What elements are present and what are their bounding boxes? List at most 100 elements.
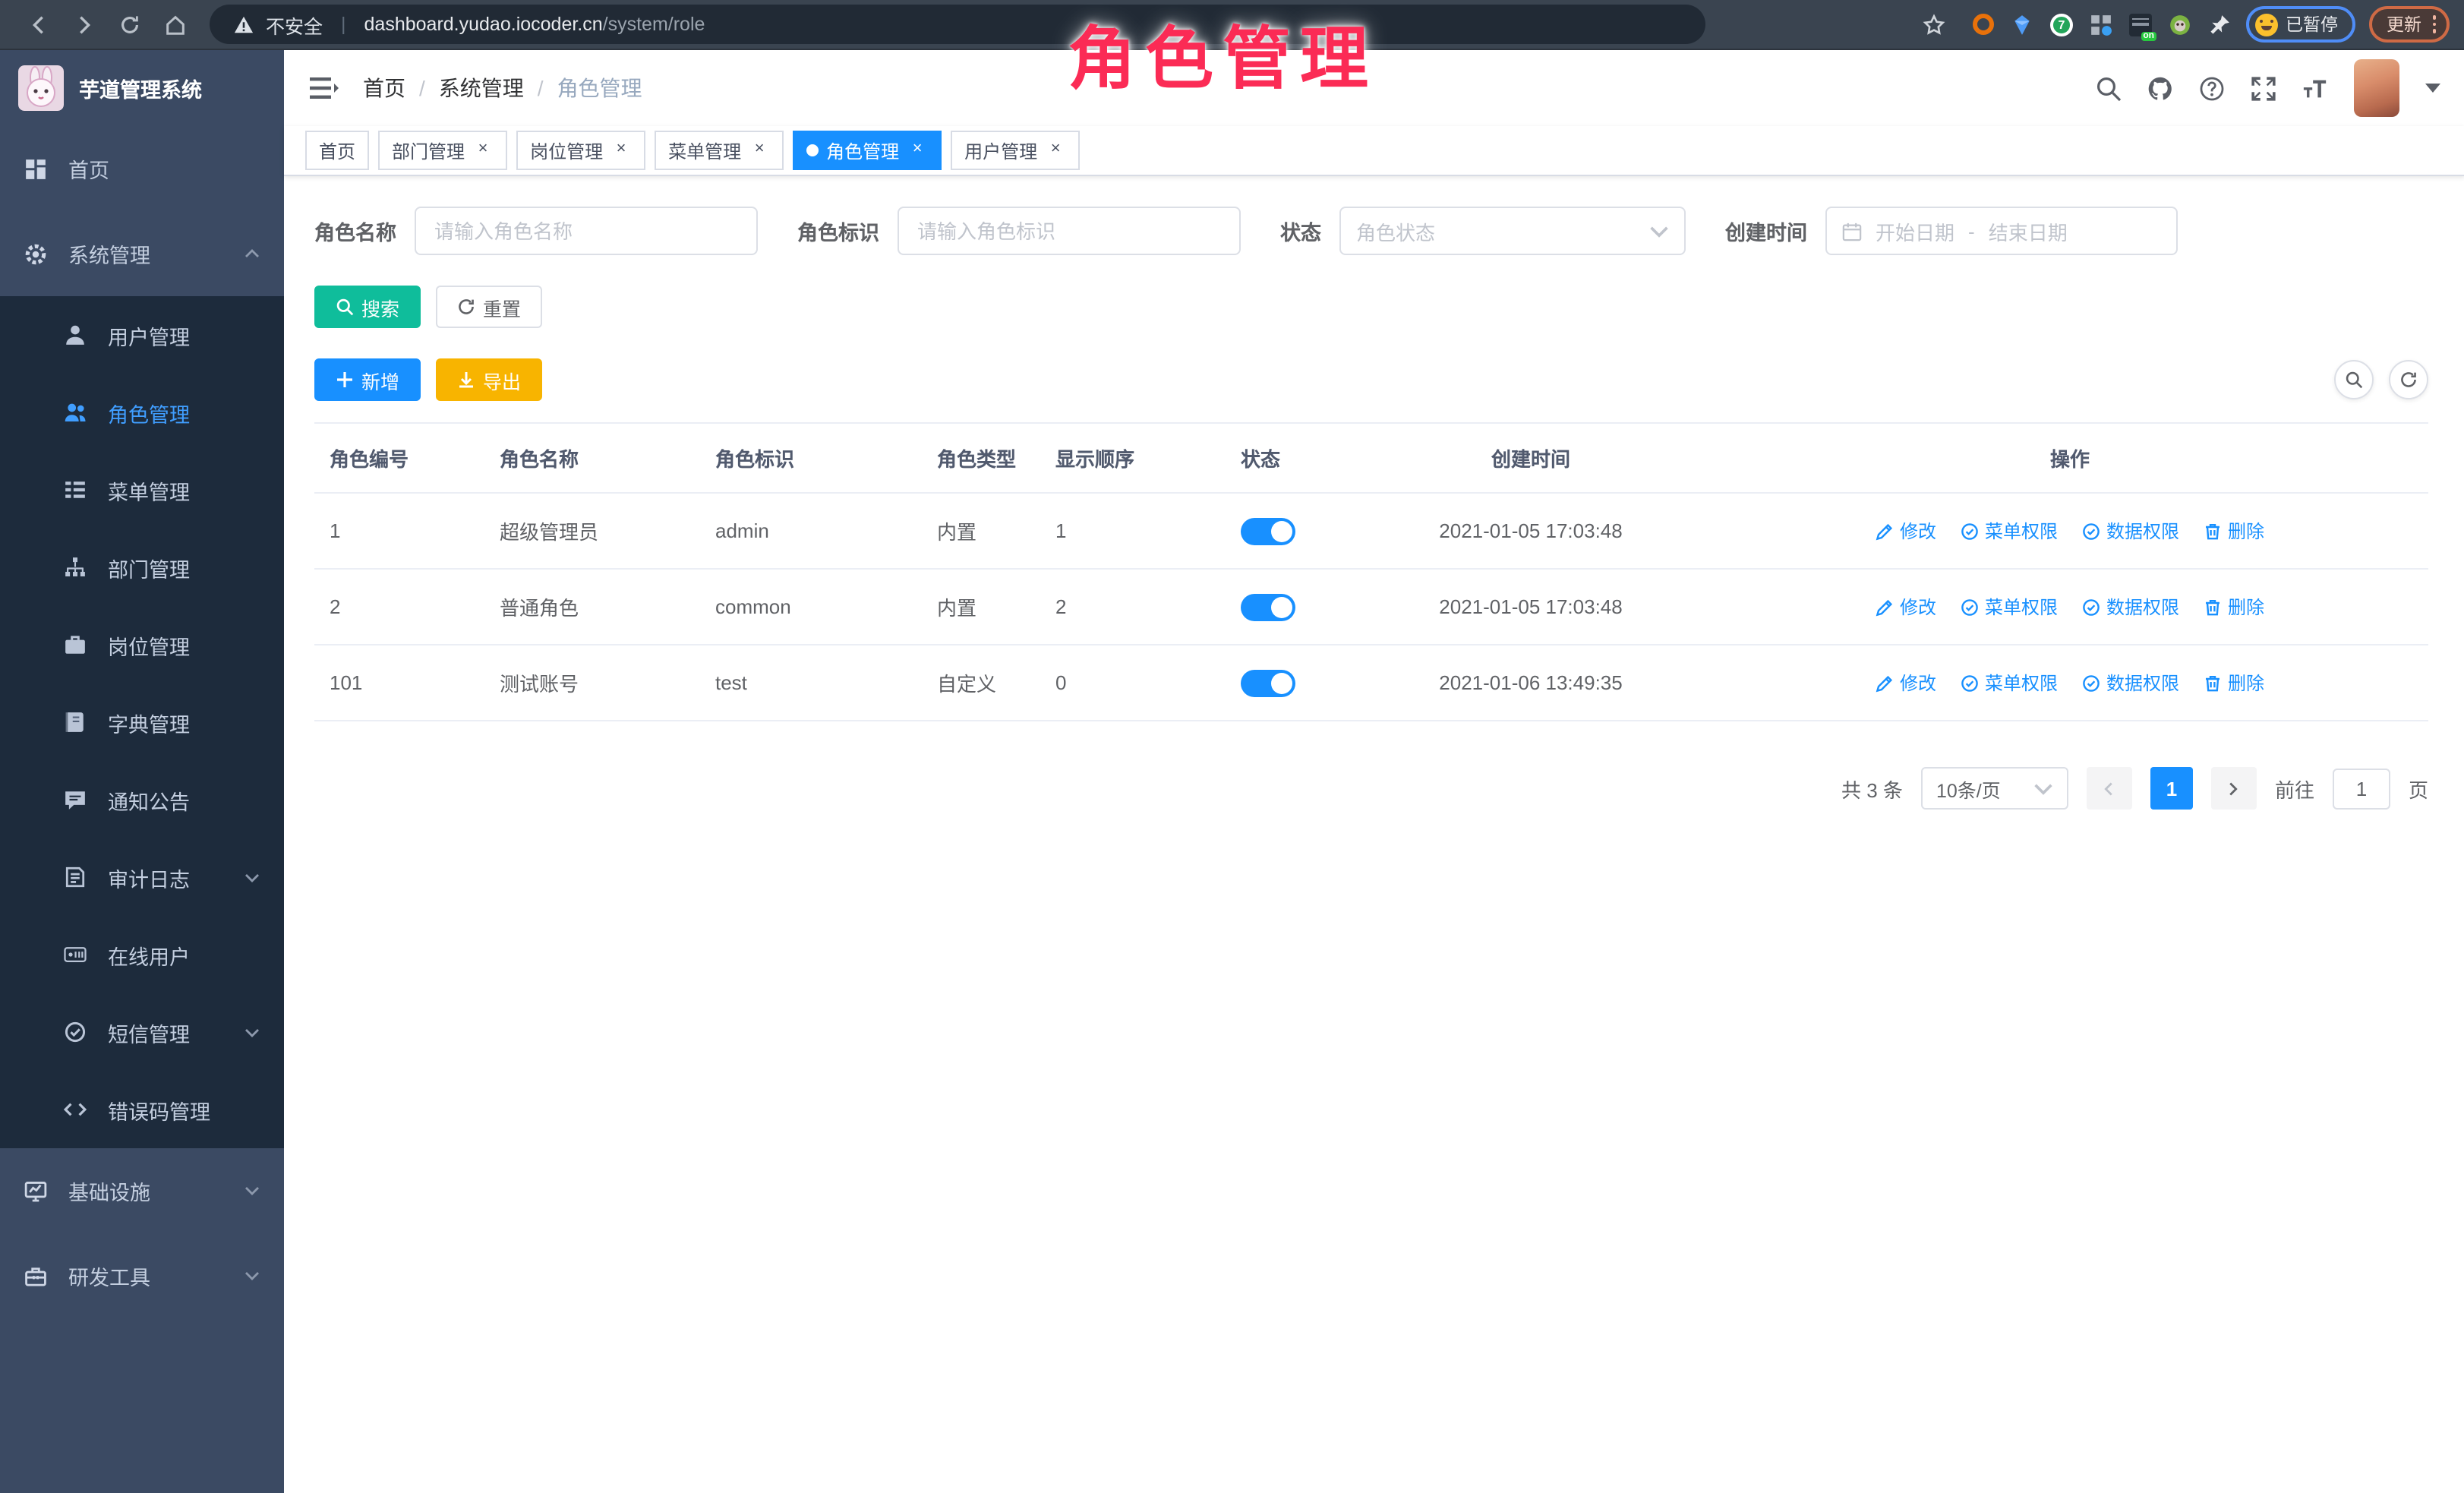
breadcrumb-item: 角色管理 (557, 73, 642, 103)
row-action-delete[interactable]: 删除 (2204, 670, 2264, 696)
sidebar-item[interactable]: 短信管理 (0, 993, 284, 1071)
row-action-circle-check[interactable]: 数据权限 (2082, 518, 2179, 544)
row-action-circle-check[interactable]: 菜单权限 (1961, 518, 2058, 544)
back-icon[interactable] (15, 5, 61, 44)
tab-item[interactable]: 菜单管理× (655, 131, 784, 170)
avatar[interactable] (2354, 59, 2399, 117)
search-button[interactable]: 搜索 (314, 286, 421, 328)
delete-icon (2204, 522, 2222, 540)
fullscreen-icon[interactable] (2251, 75, 2276, 101)
close-icon[interactable]: × (907, 140, 928, 161)
tab-item[interactable]: 用户管理× (951, 131, 1080, 170)
tab-item[interactable]: 岗位管理× (516, 131, 645, 170)
sidebar-item[interactable]: 首页 (0, 126, 284, 211)
reload-icon[interactable] (106, 5, 152, 44)
status-toggle[interactable] (1241, 517, 1295, 544)
prev-page-button[interactable] (2087, 767, 2132, 810)
close-icon[interactable]: × (1045, 140, 1066, 161)
tree-table-icon (64, 478, 87, 501)
refresh-icon (2399, 371, 2418, 389)
cell: admin (700, 493, 922, 569)
breadcrumb-item[interactable]: 首页 (363, 73, 405, 103)
address-bar[interactable]: 不安全 | dashboard.yudao.iocoder.cn/system/… (210, 5, 1705, 44)
next-page-button[interactable] (2211, 767, 2257, 810)
page-size-select[interactable]: 10条/页 (1921, 767, 2068, 810)
reset-button[interactable]: 重置 (436, 286, 542, 328)
tab-item[interactable]: 部门管理× (378, 131, 507, 170)
toggle-search-button[interactable] (2334, 360, 2374, 399)
status-toggle[interactable] (1241, 669, 1295, 696)
role-name-label: 角色名称 (314, 216, 396, 246)
white-pin-icon[interactable] (2207, 11, 2232, 37)
search-icon[interactable] (2096, 75, 2122, 101)
green-monkey-icon[interactable] (2167, 11, 2193, 37)
url-text[interactable]: dashboard.yudao.iocoder.cn/system/role (364, 14, 705, 35)
blue-gem-icon[interactable] (2009, 11, 2035, 37)
row-action-edit[interactable]: 修改 (1876, 518, 1936, 544)
row-action-label: 数据权限 (2106, 670, 2179, 696)
row-action-circle-check[interactable]: 菜单权限 (1961, 594, 2058, 620)
font-size-icon[interactable] (2302, 75, 2328, 101)
forward-icon[interactable] (61, 5, 106, 44)
kebab-menu-icon[interactable] (2432, 16, 2436, 33)
question-icon[interactable] (2199, 75, 2225, 101)
sidebar-item[interactable]: 研发工具 (0, 1233, 284, 1318)
row-action-delete[interactable]: 删除 (2204, 518, 2264, 544)
row-action-delete[interactable]: 删除 (2204, 594, 2264, 620)
sidebar-item[interactable]: 审计日志 (0, 838, 284, 916)
active-dot-icon (806, 144, 819, 156)
row-action-edit[interactable]: 修改 (1876, 594, 1936, 620)
role-name-input[interactable] (415, 207, 758, 255)
hamburger-icon[interactable] (308, 73, 339, 103)
close-icon[interactable]: × (749, 140, 770, 161)
sidebar-item[interactable]: 字典管理 (0, 683, 284, 761)
current-page[interactable]: 1 (2150, 767, 2193, 810)
paused-extension-pill[interactable]: 已暂停 (2246, 6, 2355, 43)
sidebar-item[interactable]: 错误码管理 (0, 1071, 284, 1148)
add-button[interactable]: 新增 (314, 358, 421, 401)
home-icon[interactable] (152, 5, 197, 44)
cell: 内置 (922, 569, 1040, 645)
refresh-table-button[interactable] (2389, 360, 2428, 399)
close-icon[interactable]: × (472, 140, 494, 161)
sidebar-item[interactable]: 用户管理 (0, 296, 284, 374)
status-select[interactable]: 角色状态 (1339, 207, 1686, 255)
role-key-input[interactable] (898, 207, 1241, 255)
breadcrumb-item[interactable]: 系统管理 (439, 73, 524, 103)
plus-icon (336, 371, 354, 389)
tab-active[interactable]: 角色管理× (793, 131, 942, 170)
green-circle-icon[interactable]: 7 (2049, 11, 2074, 37)
tab-item[interactable]: 首页 (305, 131, 369, 170)
dark-on-badge-icon[interactable]: on (2128, 11, 2153, 37)
sidebar-item[interactable]: 基础设施 (0, 1148, 284, 1233)
sidebar-item-label: 短信管理 (108, 1017, 190, 1047)
app-logo-row[interactable]: 芋道管理系统 (0, 50, 284, 126)
sidebar-item[interactable]: 部门管理 (0, 529, 284, 606)
row-action-edit[interactable]: 修改 (1876, 670, 1936, 696)
sidebar-item[interactable]: 通知公告 (0, 761, 284, 838)
grid-blue-dot-icon[interactable] (2088, 11, 2114, 37)
cell: 101 (314, 645, 484, 721)
github-icon[interactable] (2147, 75, 2173, 101)
download-icon (457, 371, 475, 389)
sidebar-item[interactable]: 岗位管理 (0, 606, 284, 683)
date-range-picker[interactable]: 开始日期 - 结束日期 (1825, 207, 2178, 255)
sidebar-item[interactable]: 菜单管理 (0, 451, 284, 529)
browser-update-menu[interactable]: 更新 (2368, 6, 2450, 43)
edit-icon (1876, 674, 1894, 692)
status-toggle[interactable] (1241, 593, 1295, 620)
star-icon[interactable] (1910, 5, 1956, 44)
orange-ring-icon[interactable] (1970, 11, 1995, 37)
goto-page-input[interactable] (2333, 768, 2390, 809)
row-action-circle-check[interactable]: 数据权限 (2082, 670, 2179, 696)
cell: test (700, 645, 922, 721)
sidebar-item-active[interactable]: 角色管理 (0, 374, 284, 451)
row-action-circle-check[interactable]: 菜单权限 (1961, 670, 2058, 696)
sidebar-item[interactable]: 系统管理 (0, 211, 284, 296)
security-label[interactable]: 不安全 (266, 10, 323, 39)
row-action-circle-check[interactable]: 数据权限 (2082, 594, 2179, 620)
export-button[interactable]: 导出 (436, 358, 542, 401)
sidebar-item[interactable]: 在线用户 (0, 916, 284, 993)
close-icon[interactable]: × (610, 140, 632, 161)
caret-down-icon[interactable] (2425, 80, 2440, 96)
